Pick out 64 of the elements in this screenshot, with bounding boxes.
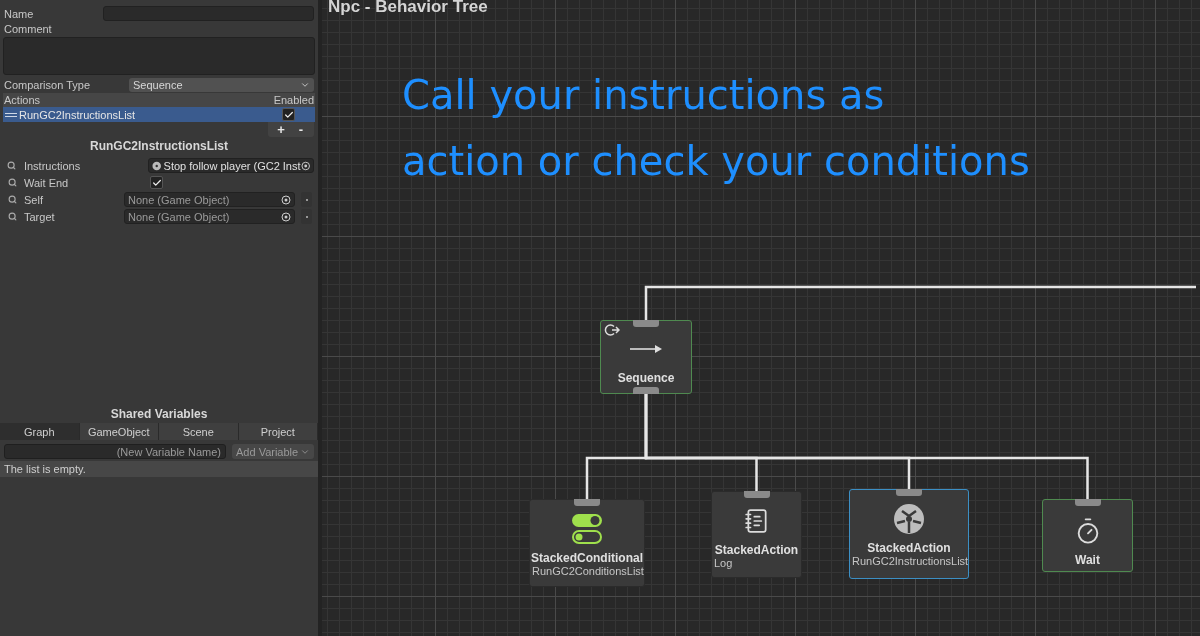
node-title: Wait: [1075, 552, 1100, 567]
graph-title: Npc - Behavior Tree: [328, 0, 488, 17]
input-port[interactable]: [743, 491, 770, 498]
task-node[interactable]: StackedAction RunGC2InstructionsList: [849, 489, 969, 579]
graph-canvas[interactable]: Npc - Behavior Tree Call your instructions as action or check your conditions Sequence StackedConditional RunGC2ConditionsList StackedAction Log StackedAction RunGC2InstructionsList Wait: [322, 0, 1200, 636]
comparison-dropdown[interactable]: Sequence: [129, 77, 314, 92]
property-label: Wait End: [24, 176, 70, 189]
remove-button[interactable]: -: [292, 123, 310, 136]
target-icon: [281, 211, 291, 222]
input-port[interactable]: [633, 320, 659, 327]
empty-message: The list is empty.: [0, 461, 318, 477]
field-label: Name: [4, 7, 34, 20]
tab[interactable]: Scene: [159, 423, 239, 440]
field-value: None (Game Object): [128, 210, 230, 223]
input-port[interactable]: [896, 489, 922, 496]
object-field[interactable]: None (Game Object): [124, 192, 295, 207]
action-label: RunGC2InstructionsList: [5, 108, 136, 121]
options-button[interactable]: [301, 192, 312, 207]
search-icon[interactable]: [6, 193, 18, 206]
field-value: None (Game Object): [128, 193, 230, 206]
task-node[interactable]: StackedAction Log: [711, 491, 802, 578]
target-icon: [281, 194, 291, 205]
repeat-icon: [604, 323, 620, 337]
task-node[interactable]: Sequence: [600, 320, 692, 394]
target-icon: [300, 160, 310, 171]
field-label: Comment: [4, 22, 52, 35]
tab[interactable]: Graph: [0, 423, 80, 440]
notepad-icon: [743, 508, 770, 534]
action-item[interactable]: RunGC2InstructionsList: [3, 107, 315, 122]
property-label: Target: [24, 210, 56, 223]
input-port[interactable]: [1074, 499, 1101, 506]
variable-name-field[interactable]: (New Variable Name): [4, 444, 226, 459]
input-port[interactable]: [574, 499, 600, 506]
tab[interactable]: GameObject: [79, 423, 159, 440]
section-title: Shared Variables: [109, 407, 209, 421]
node-subtitle: RunGC2ConditionsList: [532, 565, 644, 577]
column-header: Actions: [4, 94, 41, 106]
node-title: StackedConditional: [531, 551, 643, 565]
task-node[interactable]: StackedConditional RunGC2ConditionsList: [529, 499, 645, 587]
property-label: Self: [24, 193, 44, 206]
search-icon[interactable]: [6, 159, 18, 172]
options-button[interactable]: [301, 209, 312, 224]
object-field[interactable]: None (Game Object): [124, 209, 295, 224]
node-title: StackedAction: [867, 541, 951, 555]
toggle-icon: [571, 513, 603, 545]
task-node[interactable]: Wait: [1042, 499, 1133, 572]
node-title: Sequence: [617, 370, 675, 385]
checkbox[interactable]: [150, 176, 163, 189]
property-label: Instructions: [23, 159, 82, 172]
search-icon[interactable]: [6, 176, 18, 189]
tab[interactable]: Project: [238, 423, 318, 440]
node-subtitle: RunGC2InstructionsList: [852, 555, 969, 567]
arrow-icon: [629, 343, 663, 354]
add-button[interactable]: +: [272, 123, 290, 136]
field-value: Stop follow player (GC2 Inst: [163, 159, 301, 172]
field-label: Comparison Type: [4, 78, 90, 91]
column-header: Enabled: [273, 94, 314, 106]
checkbox[interactable]: [282, 108, 295, 121]
node-title: StackedAction: [714, 543, 799, 557]
object-field[interactable]: Stop follow player (GC2 Inst: [148, 158, 314, 173]
task-title: RunGC2InstructionsList: [89, 139, 229, 153]
search-icon[interactable]: [6, 210, 18, 223]
caption: Call your instructions as action or check your conditions: [402, 71, 1030, 186]
node-subtitle: Log: [714, 557, 733, 569]
